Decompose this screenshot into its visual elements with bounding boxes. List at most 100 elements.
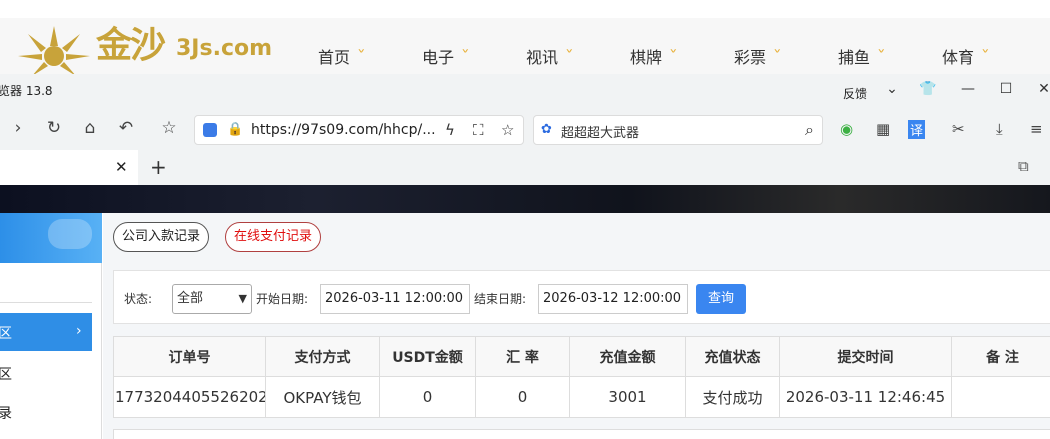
cell-amount: 3001 (569, 376, 686, 418)
chevron-down-icon: ˅ (564, 48, 574, 64)
url-text[interactable]: https://97s09.com/hhcp/... (251, 122, 436, 138)
dark-banner (0, 185, 1050, 213)
nav-item-live[interactable]: 视讯 ˅ (508, 44, 612, 68)
sidebar-header (0, 213, 102, 263)
main-content: 公司入款记录 在线支付记录 状态: 全部 ▼ 开始日期: 2026-03-11 … (103, 213, 1050, 439)
logo-chinese-text: 金沙 (96, 24, 166, 66)
download-icon[interactable]: ⤓ (996, 120, 1003, 138)
star-icon[interactable]: ☆ (501, 121, 514, 139)
table-header-row: 订单号 支付方式 USDT金额 汇 率 充值金额 充值状态 提交时间 备 注 (113, 336, 1050, 377)
home-icon[interactable]: ⌂ (78, 118, 102, 138)
chevron-down-icon: ▼ (238, 292, 247, 305)
search-input[interactable]: 超超超大武器 (561, 122, 639, 141)
paw-icon: ✿ (541, 122, 552, 137)
table-row: 1773204405526202 OKPAY钱包 0 0 3001 支付成功 2… (113, 376, 1050, 418)
sidebar-item[interactable]: 区 (0, 364, 12, 384)
status-label: 状态: (124, 292, 153, 306)
col-remark: 备 注 (951, 336, 1050, 377)
browser-window: 览器 13.8 反馈 ⌄ 👕 — ☐ ✕ › ↻ ⌂ ↶ ☆ 🔒 https:/… (0, 74, 1050, 185)
nav-item-lottery[interactable]: 彩票 ˅ (716, 44, 820, 68)
status-value: 全部 (177, 291, 204, 306)
start-date-input[interactable]: 2026-03-11 12:00:00 (320, 284, 470, 314)
site-nav: 首页 ˅ 电子 ˅ 视讯 ˅ 棋牌 ˅ 彩票 ˅ 捕鱼 ˅ 体育 ˅ (300, 44, 1028, 68)
nav-item-fishing[interactable]: 捕鱼 ˅ (820, 44, 924, 68)
maximize-icon[interactable]: ☐ (996, 81, 1016, 97)
cell-remark (951, 376, 1050, 418)
title-bar: 览器 13.8 反馈 ⌄ 👕 — ☐ ✕ (0, 74, 1050, 108)
chevron-down-icon[interactable]: ⌄ (882, 81, 902, 97)
lightning-icon[interactable]: ϟ (445, 121, 455, 139)
nav-item-home[interactable]: 首页 ˅ (300, 44, 404, 68)
nav-item-slots[interactable]: 电子 ˅ (404, 44, 508, 68)
records-table: 订单号 支付方式 USDT金额 汇 率 充值金额 充值状态 提交时间 备 注 1… (113, 336, 1050, 418)
site-header: 金沙 3Js.com 首页 ˅ 电子 ˅ 视讯 ˅ 棋牌 ˅ 彩票 ˅ 捕鱼 ˅ 体育 ˅ (0, 0, 1050, 80)
site-logo[interactable]: 金沙 3Js.com (14, 18, 274, 80)
translate-icon[interactable]: 译 (908, 120, 926, 139)
chevron-down-icon: ˅ (980, 48, 990, 64)
chevron-down-icon: ˅ (876, 48, 886, 64)
eye-extension-icon[interactable]: ◉ (840, 120, 853, 138)
minimize-icon[interactable]: — (958, 81, 978, 97)
chevron-down-icon: ˅ (460, 48, 470, 64)
undo-icon[interactable]: ↶ (114, 118, 138, 138)
sidebar-item-active[interactable]: 区 › (0, 313, 92, 351)
lock-icon: 🔒 (227, 122, 244, 137)
grid-icon[interactable]: ▦ (876, 120, 890, 138)
chevron-right-icon: › (76, 323, 82, 339)
cell-rate: 0 (475, 376, 570, 418)
chevron-down-icon: ˅ (772, 48, 782, 64)
query-button[interactable]: 查询 (696, 284, 746, 314)
search-box[interactable]: ✿ 超超超大武器 ⌕ (533, 115, 823, 145)
col-rate: 汇 率 (475, 336, 570, 377)
cell-time: 2026-03-11 12:46:45 (779, 376, 952, 418)
nav-label: 首页 (318, 48, 351, 67)
cell-status: 支付成功 (685, 376, 780, 418)
chevron-down-icon: ˅ (356, 48, 366, 64)
bookmarks-icon[interactable]: ☆ (157, 118, 181, 138)
gamepad-icon (48, 219, 92, 249)
tab-online-payment[interactable]: 在线支付记录 (225, 222, 322, 252)
new-tab-icon[interactable]: + (150, 155, 167, 179)
sidebar-item[interactable]: 录 (0, 403, 12, 423)
nav-item-sports[interactable]: 体育 ˅ (924, 44, 1028, 68)
forward-icon[interactable]: › (6, 118, 30, 138)
logo-english-text: 3Js.com (176, 36, 273, 61)
tab-bar: ✕ + ⧉ (0, 150, 1050, 185)
col-time: 提交时间 (779, 336, 952, 377)
filter-bar: 状态: 全部 ▼ 开始日期: 2026-03-11 12:00:00 结束日期:… (113, 270, 1050, 324)
sidebar-item-label: 区 (0, 326, 12, 342)
end-date-input[interactable]: 2026-03-12 12:00:00 (538, 284, 688, 314)
nav-label: 体育 (942, 48, 975, 67)
col-status: 充值状态 (685, 336, 780, 377)
tab-list-icon[interactable]: ⧉ (1018, 157, 1029, 175)
nav-label: 电子 (422, 48, 455, 67)
search-icon[interactable]: ⌕ (805, 120, 814, 140)
col-pay-method: 支付方式 (265, 336, 380, 377)
status-select[interactable]: 全部 ▼ (172, 284, 252, 314)
nav-label: 视讯 (526, 48, 559, 67)
screenshot-icon[interactable]: ⛶ (473, 121, 484, 139)
browser-tab[interactable]: ✕ (0, 150, 138, 185)
divider (0, 302, 92, 303)
chevron-down-icon: ˅ (668, 48, 678, 64)
nav-item-cards[interactable]: 棋牌 ˅ (612, 44, 716, 68)
menu-icon[interactable]: ≡ (1030, 120, 1043, 138)
shield-icon (203, 123, 217, 137)
close-tab-icon[interactable]: ✕ (115, 158, 128, 176)
cell-usdt: 0 (379, 376, 476, 418)
shirt-icon[interactable]: 👕 (918, 81, 938, 97)
window-title: 览器 13.8 (0, 84, 53, 98)
close-icon[interactable]: ✕ (1034, 81, 1050, 97)
address-bar[interactable]: 🔒 https://97s09.com/hhcp/... ϟ ⛶ ☆ (194, 115, 524, 145)
scissors-icon[interactable]: ✂ (952, 120, 965, 138)
col-order-no: 订单号 (113, 336, 266, 377)
feedback-link[interactable]: 反馈 (843, 85, 867, 102)
next-panel (113, 429, 1050, 439)
col-usdt: USDT金额 (379, 336, 476, 377)
reload-icon[interactable]: ↻ (42, 118, 66, 138)
cell-order-no: 1773204405526202 (113, 376, 266, 418)
cell-pay-method: OKPAY钱包 (265, 376, 380, 418)
sidebar: 区 › 区 录 (0, 213, 102, 439)
nav-label: 棋牌 (630, 48, 663, 67)
tab-company-deposit[interactable]: 公司入款记录 (113, 222, 210, 252)
